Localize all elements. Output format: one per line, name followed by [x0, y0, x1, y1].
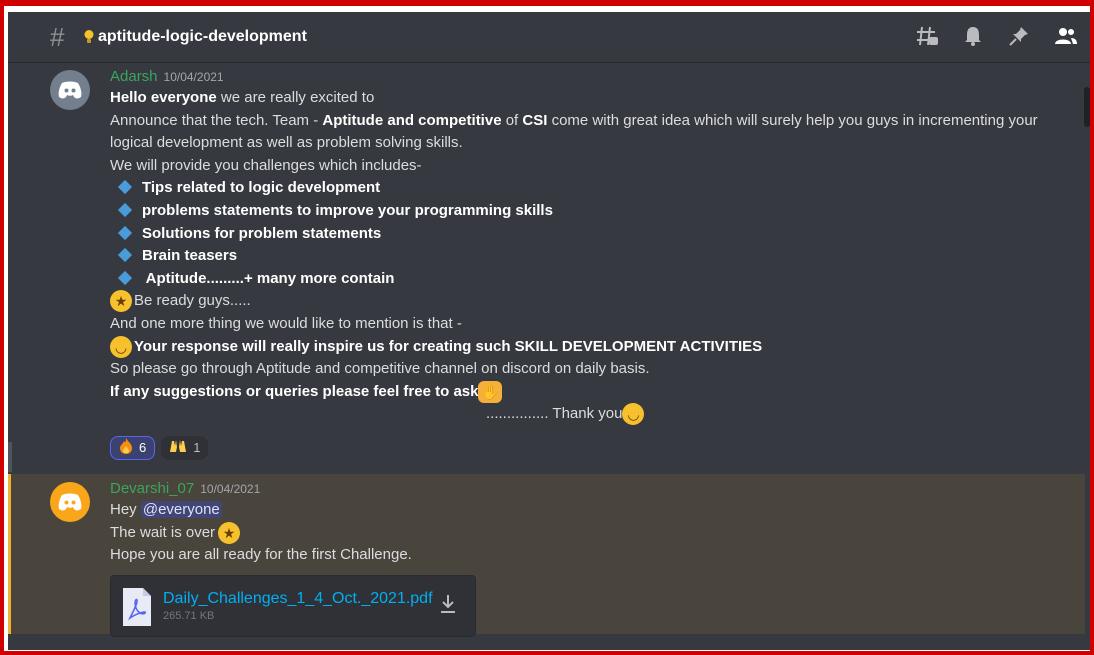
- text: Announce that the tech. Team -: [110, 111, 323, 129]
- pdf-icon: [121, 586, 153, 633]
- reaction-fire[interactable]: 6: [110, 435, 156, 460]
- bold-text: Your response will really inspire us for…: [134, 337, 763, 355]
- reactions: 6 1: [110, 435, 1062, 460]
- diamond-icon: [117, 270, 133, 285]
- author-name[interactable]: Devarshi_07: [110, 480, 194, 497]
- file-attachment: Daily_Challenges_1_4_Oct._2021.pdf 265.7…: [110, 574, 476, 637]
- message-line: The wait is over ★: [110, 521, 1065, 545]
- bold-text: CSI: [522, 111, 548, 129]
- bullet-item: Brain teasers: [110, 245, 1062, 268]
- message-line: We will provide you challenges which inc…: [110, 156, 422, 174]
- message-line: ◡ Your response will really inspire us fo…: [110, 335, 1062, 359]
- bullet-text: Tips related to logic development: [142, 179, 381, 197]
- bullet-item: Solutions for problem statements: [110, 223, 1062, 246]
- author-name[interactable]: Adarsh: [110, 68, 158, 85]
- message-line: So please go through Aptitude and compet…: [110, 360, 650, 378]
- text: we are really excited to: [216, 89, 375, 106]
- message-line: If any suggestions or queries please fee…: [110, 380, 1062, 404]
- bullet-item: Tips related to logic development: [110, 177, 1062, 200]
- message-line: Hello everyone we are really excited to: [110, 87, 1062, 110]
- members-icon[interactable]: [1054, 25, 1078, 47]
- diamond-icon: [117, 248, 133, 263]
- download-icon[interactable]: [439, 594, 457, 619]
- bullet-text: Solutions for problem statements: [142, 224, 382, 242]
- bullet-text: Aptitude.........+ many more contain: [142, 269, 395, 287]
- message-adarsh: Adarsh 10/04/2021 Hello everyone we are r…: [8, 64, 1082, 474]
- diamond-icon: [117, 180, 133, 195]
- discord-window: # aptitude-logic-development Adarsh 10/0…: [8, 12, 1090, 650]
- bullet-text: problems statements to improve your prog…: [142, 201, 553, 219]
- handshake-emoji-icon[interactable]: ✋: [478, 380, 503, 403]
- message-line: And one more thing we would like to ment…: [110, 314, 462, 332]
- scrollbar-thumb[interactable]: [1084, 87, 1090, 127]
- mention-everyone[interactable]: @everyone: [140, 501, 222, 518]
- message-header: Adarsh 10/04/2021: [110, 67, 1062, 87]
- message-header: Devarshi_07 10/04/2021: [110, 479, 1065, 499]
- channel-header: # aptitude-logic-development: [8, 12, 1090, 63]
- reaction-raised-hands[interactable]: 1: [161, 435, 209, 460]
- star-struck-emoji-icon[interactable]: ★: [218, 521, 241, 544]
- message-line: ............... Thank you ◡: [110, 403, 1062, 426]
- smile-emoji-icon[interactable]: ◡: [110, 335, 132, 358]
- threads-icon[interactable]: [916, 25, 938, 47]
- raised-hands-emoji-icon: [169, 438, 187, 457]
- pin-icon[interactable]: [1008, 25, 1030, 47]
- diamond-icon: [117, 225, 133, 240]
- message-devarshi: Devarshi_07 10/04/2021 Hey @everyone The …: [8, 474, 1085, 637]
- text: The wait is over: [110, 523, 216, 541]
- file-name-link[interactable]: Daily_Challenges_1_4_Oct._2021.pdf: [163, 590, 433, 608]
- discord-avatar-icon[interactable]: [50, 70, 90, 110]
- text: Be ready guys.....: [134, 292, 251, 310]
- message-line: ★ Be ready guys.....: [110, 290, 1062, 313]
- star-struck-emoji-icon[interactable]: ★: [110, 290, 132, 313]
- message-line: Hope you are all ready for the first Cha…: [110, 546, 412, 564]
- bold-text: Aptitude and competitive: [322, 111, 502, 129]
- bullet-item: problems statements to improve your prog…: [110, 200, 1062, 223]
- channel-name: aptitude-logic-development: [98, 28, 307, 45]
- text: Hey: [110, 501, 141, 518]
- message-line: Announce that the tech. Team - Aptitude …: [110, 110, 1062, 155]
- bold-text: If any suggestions or queries please fee…: [110, 382, 479, 400]
- file-size: 265.71 KB: [163, 609, 215, 622]
- discord-avatar-icon[interactable]: [50, 482, 90, 522]
- timestamp: 10/04/2021: [200, 482, 261, 496]
- message-line: Hey @everyone: [110, 499, 1065, 522]
- bold-text: Hello everyone: [110, 89, 217, 106]
- bell-icon[interactable]: [962, 25, 984, 47]
- bullet-item: Aptitude.........+ many more contain: [110, 268, 1062, 291]
- reaction-count: 1: [193, 440, 201, 456]
- diamond-icon: [117, 202, 133, 218]
- reaction-count: 6: [139, 440, 147, 456]
- bulb-icon: [84, 29, 94, 45]
- smile-emoji-icon[interactable]: ◡: [622, 403, 645, 426]
- hash-icon: #: [50, 21, 65, 52]
- text: of: [501, 111, 523, 129]
- text: ............... Thank you: [486, 405, 623, 423]
- fire-emoji-icon: [119, 438, 133, 457]
- timestamp: 10/04/2021: [163, 70, 224, 84]
- bullet-text: Brain teasers: [142, 247, 238, 265]
